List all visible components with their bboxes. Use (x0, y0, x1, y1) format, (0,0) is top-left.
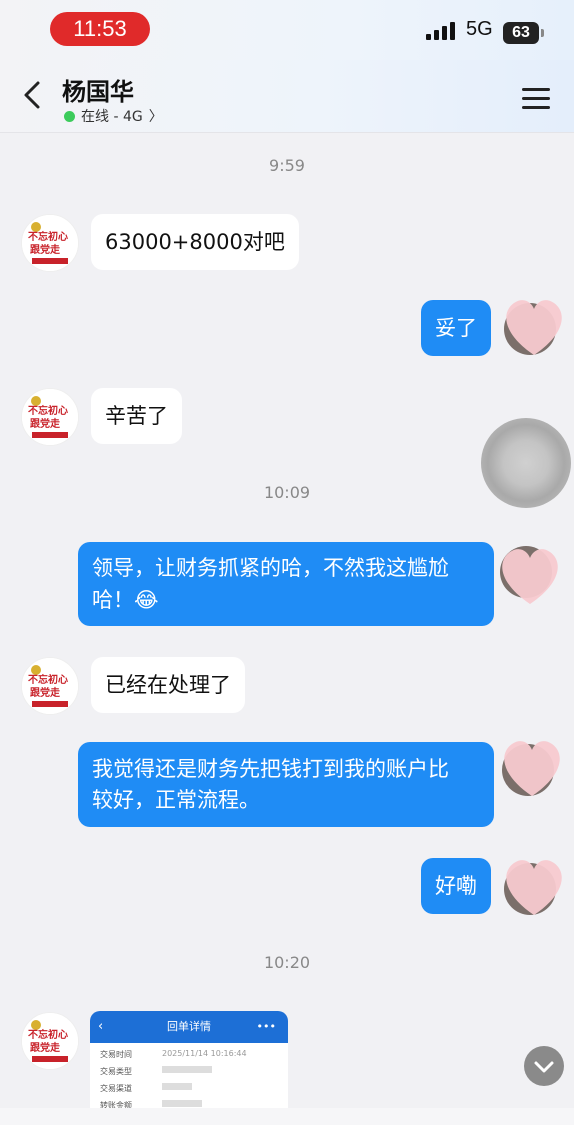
network-label: 5G (466, 18, 493, 40)
message-line: 较好，正常流程。 (92, 788, 260, 812)
svg-text:不忘初心: 不忘初心 (28, 1028, 68, 1041)
chevron-down-icon (534, 1061, 554, 1073)
chat-header: 杨国华 在线 - 4G 〉 (0, 60, 574, 133)
message-outgoing[interactable]: 领导，让财务抓紧的哈，不然我这尴尬 哈！😂 (78, 542, 494, 626)
contact-name[interactable]: 杨国华 (62, 72, 134, 107)
heart-sticker-icon (500, 546, 558, 604)
bottom-bar (0, 1108, 574, 1125)
signal-icon (426, 22, 455, 40)
avatar[interactable]: 不忘初心 跟党走 (21, 657, 79, 715)
message-outgoing[interactable]: 我觉得还是财务先把钱打到我的账户比 较好，正常流程。 (78, 742, 494, 827)
online-dot-icon (64, 110, 75, 122)
svg-text:跟党走: 跟党走 (30, 417, 61, 430)
message-line: 我觉得还是财务先把钱打到我的账户比 (92, 757, 449, 781)
message-line: 领导，让财务抓紧的哈，不然我这尴尬 (92, 556, 449, 580)
receipt-more-icon: ••• (256, 1020, 276, 1033)
heart-sticker-icon (504, 300, 562, 355)
timestamp: 9:59 (269, 156, 305, 175)
message-line: 哈！😂 (92, 588, 159, 612)
svg-text:跟党走: 跟党走 (30, 686, 61, 699)
receipt-back-icon: ‹ (98, 1019, 104, 1034)
receipt-row: 交易类型 (90, 1060, 288, 1077)
receipt-row: 交易渠道 (90, 1077, 288, 1094)
scroll-down-button[interactable] (524, 1046, 564, 1086)
receipt-row: 交易时间 2025/11/14 10:16:44 (100, 1049, 247, 1059)
avatar[interactable]: 不忘初心 跟党走 (21, 1012, 79, 1070)
online-status[interactable]: 在线 - 4G 〉 (64, 106, 163, 126)
receipt-header: ‹ 回单详情 ••• (90, 1011, 288, 1043)
timestamp: 10:09 (263, 483, 311, 502)
battery-icon: 63 (503, 22, 544, 44)
message-incoming[interactable]: 63000+8000对吧 (91, 214, 299, 270)
svg-text:不忘初心: 不忘初心 (28, 230, 68, 243)
svg-text:跟党走: 跟党走 (30, 243, 61, 256)
heart-sticker-icon (504, 860, 562, 915)
message-outgoing[interactable]: 好嘞 (421, 858, 491, 914)
svg-text:不忘初心: 不忘初心 (28, 673, 68, 686)
status-time: 11:53 (50, 12, 150, 46)
svg-text:不忘初心: 不忘初心 (28, 404, 68, 417)
message-incoming[interactable]: 辛苦了 (91, 388, 182, 444)
menu-icon[interactable] (522, 88, 550, 115)
online-status-text: 在线 - 4G (81, 109, 143, 125)
heart-sticker-icon (502, 741, 560, 796)
svg-text:跟党走: 跟党走 (30, 1041, 61, 1054)
receipt-title: 回单详情 (167, 1020, 211, 1033)
chevron-right-icon: 〉 (148, 109, 163, 125)
message-outgoing[interactable]: 妥了 (421, 300, 491, 356)
timestamp: 10:20 (263, 953, 311, 972)
message-incoming[interactable]: 已经在处理了 (91, 657, 245, 713)
avatar[interactable]: 不忘初心 跟党走 (21, 214, 79, 272)
status-bar: 11:53 5G 63 (0, 0, 574, 60)
back-arrow-icon[interactable] (18, 80, 48, 110)
avatar[interactable]: 不忘初心 跟党走 (21, 388, 79, 446)
